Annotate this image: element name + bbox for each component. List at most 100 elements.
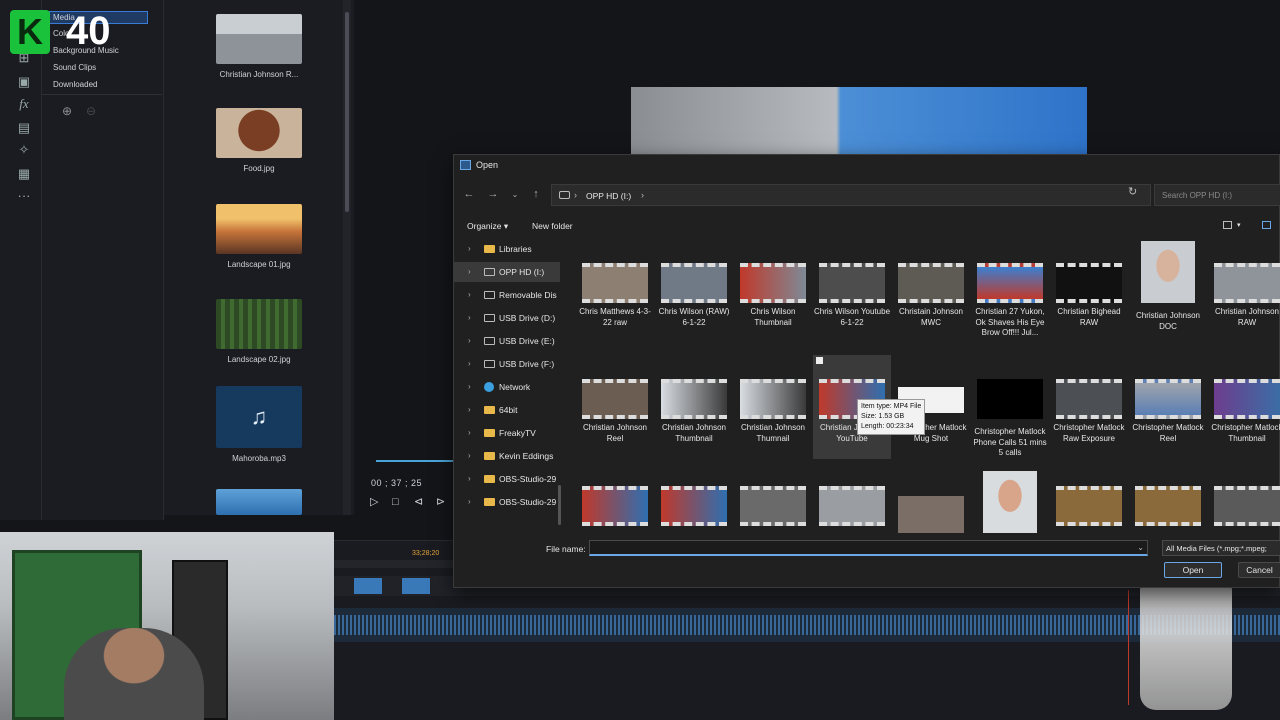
file-item[interactable]: Christian Bighead RAW bbox=[1050, 263, 1128, 328]
fx-icon[interactable]: fx bbox=[16, 96, 32, 112]
file-item[interactable] bbox=[892, 496, 970, 533]
nav-item-removable-disk[interactable]: › Removable Dis bbox=[454, 285, 560, 305]
media-item[interactable]: Food.jpg bbox=[216, 108, 302, 173]
file-item[interactable]: Christian Johnson RAW bbox=[1208, 263, 1280, 328]
chevron-right-icon[interactable]: › bbox=[468, 313, 471, 322]
nav-item-64bit[interactable]: › 64bit bbox=[454, 400, 560, 420]
playhead[interactable] bbox=[1128, 590, 1129, 705]
chevron-right-icon[interactable]: › bbox=[468, 451, 471, 460]
file-item[interactable] bbox=[813, 486, 891, 526]
chevron-right-icon[interactable]: › bbox=[468, 497, 471, 506]
file-item[interactable]: Chris Wilson (RAW) 6-1-22 bbox=[655, 263, 733, 328]
nav-item-opp-hd[interactable]: › OPP HD (I:) bbox=[454, 262, 560, 282]
prev-frame-icon[interactable]: ⊲ bbox=[414, 496, 426, 508]
file-item[interactable]: Christian Johnson Thumnail bbox=[734, 379, 812, 444]
file-name-input[interactable]: ⌄ bbox=[589, 540, 1148, 556]
media-item-label: Landscape 02.jpg bbox=[227, 355, 291, 364]
nav-item-usb-f[interactable]: › USB Drive (F:) bbox=[454, 354, 560, 374]
nav-item-libraries[interactable]: › Libraries bbox=[454, 239, 560, 259]
chevron-right-icon[interactable]: › bbox=[468, 244, 471, 253]
media-item[interactable]: Landscape 01.jpg bbox=[216, 204, 302, 269]
media-library-scrollbar[interactable] bbox=[343, 0, 351, 515]
overlay-icon[interactable]: ▦ bbox=[16, 166, 32, 182]
chevron-right-icon[interactable]: › bbox=[468, 359, 471, 368]
forward-arrow-icon[interactable]: → bbox=[486, 188, 500, 200]
chevron-right-icon[interactable]: › bbox=[574, 190, 577, 200]
file-item[interactable]: Christian 27 Yukon, Ok Shaves His Eye Br… bbox=[971, 263, 1049, 339]
file-item[interactable] bbox=[576, 486, 654, 526]
new-folder-button[interactable]: New folder bbox=[532, 221, 573, 231]
titles-icon[interactable]: ▣ bbox=[16, 74, 32, 90]
nav-item-kevin-eddings[interactable]: › Kevin Eddings bbox=[454, 446, 560, 466]
timeline-clip[interactable] bbox=[402, 578, 430, 594]
file-item[interactable] bbox=[734, 486, 812, 526]
media-item[interactable] bbox=[216, 489, 302, 515]
chevron-down-icon[interactable]: ⌄ bbox=[1137, 543, 1144, 552]
chevron-right-icon[interactable]: › bbox=[468, 405, 471, 414]
file-item[interactable]: Christian Johnson Reel bbox=[576, 379, 654, 444]
back-arrow-icon[interactable]: ← bbox=[462, 188, 476, 200]
transition-icon[interactable]: ▤ bbox=[16, 120, 32, 136]
nav-item-obs-studio[interactable]: › OBS-Studio-29 bbox=[454, 492, 560, 512]
playback-progress[interactable] bbox=[376, 460, 456, 462]
nav-item-usb-e[interactable]: › USB Drive (E:) bbox=[454, 331, 560, 351]
open-button[interactable]: Open bbox=[1164, 562, 1222, 578]
file-item[interactable] bbox=[971, 471, 1049, 533]
media-item[interactable]: Landscape 02.jpg bbox=[216, 299, 302, 364]
selection-checkbox[interactable] bbox=[816, 357, 823, 364]
chevron-right-icon[interactable]: › bbox=[468, 336, 471, 345]
add-tag-icon[interactable]: ⊕ bbox=[62, 104, 72, 118]
media-item[interactable]: Christian Johnson R... bbox=[216, 14, 302, 79]
address-bar[interactable]: › OPP HD (I:) › ⌄ bbox=[551, 184, 1212, 206]
chevron-right-icon[interactable]: › bbox=[468, 474, 471, 483]
tree-item-downloaded[interactable]: Downloaded bbox=[53, 80, 97, 89]
search-input[interactable]: Search OPP HD (I:) bbox=[1154, 184, 1280, 206]
play-icon[interactable]: ▷ bbox=[370, 496, 382, 508]
up-arrow-icon[interactable]: ↑ bbox=[529, 188, 543, 200]
nav-item-usb-d[interactable]: › USB Drive (D:) bbox=[454, 308, 560, 328]
address-path[interactable]: OPP HD (I:) bbox=[586, 191, 631, 201]
stop-icon[interactable]: □ bbox=[392, 496, 404, 508]
file-item[interactable]: Chris Wilson Thumbnail bbox=[734, 263, 812, 328]
chevron-right-icon[interactable]: › bbox=[468, 290, 471, 299]
tree-item-sound-clips[interactable]: Sound Clips bbox=[53, 63, 96, 72]
organize-menu[interactable]: Organize ▾ bbox=[467, 221, 508, 232]
file-item[interactable]: Christopher Matlock Phone Calls 51 mins … bbox=[971, 379, 1049, 459]
file-item[interactable] bbox=[1050, 486, 1128, 526]
file-item[interactable]: Chris Matthews 4-3-22 raw bbox=[576, 263, 654, 328]
dialog-titlebar[interactable]: Open bbox=[454, 155, 1279, 175]
media-item[interactable]: ♫ Mahoroba.mp3 bbox=[216, 386, 302, 463]
chevron-right-icon[interactable]: › bbox=[468, 382, 471, 391]
nav-item-obs-studio[interactable]: › OBS-Studio-29 bbox=[454, 469, 560, 489]
file-item[interactable] bbox=[1208, 486, 1280, 526]
preview-pane-icon[interactable] bbox=[1262, 221, 1271, 229]
chevron-right-icon[interactable]: › bbox=[468, 428, 471, 437]
file-item[interactable] bbox=[655, 486, 733, 526]
recent-dropdown-icon[interactable]: ⌄ bbox=[508, 190, 522, 199]
file-item[interactable]: Chris Wilson Youtube 6-1-22 bbox=[813, 263, 891, 328]
nav-item-freakytv[interactable]: › FreakyTV bbox=[454, 423, 560, 443]
cancel-button[interactable]: Cancel bbox=[1238, 562, 1280, 578]
file-item[interactable] bbox=[1129, 486, 1207, 526]
video-thumbnail bbox=[1056, 263, 1122, 303]
chevron-down-icon[interactable]: ▾ bbox=[1237, 221, 1241, 229]
tooltip-size: Size: 1.53 GB bbox=[861, 413, 905, 420]
file-item[interactable]: Christian Johnson DOC bbox=[1129, 241, 1207, 332]
remove-tag-icon[interactable]: ⊖ bbox=[86, 104, 96, 118]
file-item[interactable]: Christain Johnson MWC bbox=[892, 263, 970, 328]
file-type-select[interactable]: All Media Files (*.mpg;*.mpeg; bbox=[1162, 540, 1280, 556]
file-item[interactable]: Christopher Matlock Raw Exposure bbox=[1050, 379, 1128, 444]
next-frame-icon[interactable]: ⊳ bbox=[436, 496, 448, 508]
timeline-clip[interactable] bbox=[354, 578, 382, 594]
nav-item-network[interactable]: › Network bbox=[454, 377, 560, 397]
chevron-right-icon[interactable]: › bbox=[468, 267, 471, 276]
file-item[interactable]: Christopher Matlock Thumbnail bbox=[1208, 379, 1280, 444]
file-item[interactable]: Christian Johnson Thumbnail bbox=[655, 379, 733, 444]
chevron-right-icon[interactable]: › bbox=[641, 190, 644, 200]
more-icon[interactable]: ··· bbox=[16, 188, 32, 204]
file-item[interactable]: Christopher Matlock Reel bbox=[1129, 379, 1207, 444]
navigation-scrollbar[interactable] bbox=[558, 485, 561, 525]
view-options-icon[interactable] bbox=[1223, 221, 1232, 229]
refresh-icon[interactable]: ↻ bbox=[1128, 185, 1137, 198]
effects-icon[interactable]: ✧ bbox=[16, 142, 32, 158]
